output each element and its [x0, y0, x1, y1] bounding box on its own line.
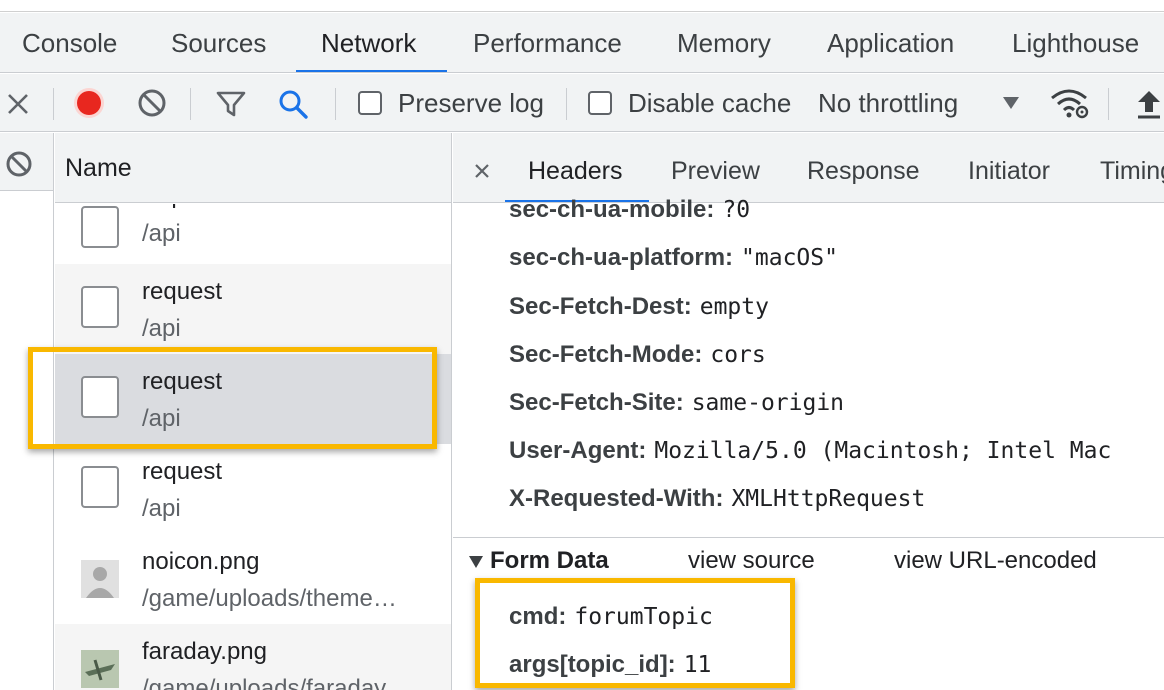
preserve-log-label[interactable]: Preserve log	[398, 74, 544, 131]
left-strip-header	[0, 133, 53, 191]
triangle-down-icon	[469, 555, 483, 568]
highlight-form-data	[475, 578, 795, 688]
request-path: /game/uploads/theme…	[142, 585, 397, 612]
header-row: User-Agent: Mozilla/5.0 (Macintosh; Intel…	[509, 437, 1111, 465]
request-path: /game/uploads/faraday…	[142, 675, 411, 690]
image-thumbnail-icon	[81, 560, 119, 598]
view-source-link[interactable]: view source	[688, 547, 815, 575]
preserve-log-checkbox[interactable]	[358, 91, 382, 115]
header-value: cors	[710, 342, 766, 368]
network-conditions-icon[interactable]	[1049, 86, 1091, 120]
tab-memory[interactable]: Memory	[677, 13, 771, 72]
tab-sources[interactable]: Sources	[171, 13, 266, 72]
header-key: sec-ch-ua-mobile:	[509, 196, 715, 223]
request-path: /api	[142, 315, 181, 342]
header-value: same-origin	[691, 390, 845, 416]
header-value: empty	[699, 294, 769, 320]
tab-lighthouse[interactable]: Lighthouse	[1012, 13, 1139, 72]
detail-tab-bar: Headers Preview Response Initiator Timin…	[453, 133, 1164, 203]
document-icon	[81, 286, 119, 328]
image-thumbnail-icon	[81, 650, 119, 688]
document-icon	[81, 466, 119, 508]
view-url-encoded-link[interactable]: view URL-encoded	[894, 547, 1097, 575]
tab-response[interactable]: Response	[807, 133, 920, 202]
request-name: request	[142, 204, 222, 210]
chevron-down-icon[interactable]	[1002, 96, 1020, 110]
network-toolbar: Preserve log Disable cache No throttling	[0, 74, 1164, 132]
header-value: "macOS"	[741, 245, 838, 271]
header-row: Sec-Fetch-Dest: empty	[509, 293, 769, 321]
header-key: Sec-Fetch-Site:	[509, 389, 684, 416]
record-button[interactable]	[73, 87, 105, 119]
import-har-icon[interactable]	[1135, 88, 1163, 120]
header-key: Sec-Fetch-Dest:	[509, 293, 692, 320]
close-icon[interactable]	[474, 163, 490, 179]
tab-performance[interactable]: Performance	[473, 13, 622, 72]
toolbar-separator	[190, 88, 191, 120]
header-row: Sec-Fetch-Site: same-origin	[509, 389, 844, 417]
tab-preview[interactable]: Preview	[671, 133, 760, 202]
header-key: User-Agent:	[509, 437, 647, 464]
disable-cache-checkbox[interactable]	[588, 91, 612, 115]
tab-headers[interactable]: Headers	[528, 133, 623, 202]
header-row: Sec-Fetch-Mode: cors	[509, 341, 766, 369]
section-divider	[453, 537, 1164, 538]
table-row[interactable]: request /api	[55, 264, 451, 354]
header-row: X-Requested-With: XMLHttpRequest	[509, 485, 925, 513]
active-tab-indicator	[296, 70, 447, 72]
request-name: request	[142, 458, 223, 485]
header-value: ?0	[722, 197, 751, 223]
header-value: Mozilla/5.0 (Macintosh; Intel Mac	[654, 438, 1112, 464]
form-data-title: Form Data	[490, 547, 609, 574]
request-name: request	[142, 278, 223, 305]
table-row[interactable]: request /api	[55, 444, 451, 534]
table-row[interactable]: noicon.png /game/uploads/theme…	[55, 534, 451, 624]
tab-application[interactable]: Application	[827, 13, 954, 72]
toolbar-separator	[53, 88, 54, 120]
header-key: X-Requested-With:	[509, 485, 724, 512]
header-row: sec-ch-ua-mobile: ?0	[509, 196, 750, 224]
toolbar-separator	[335, 88, 336, 120]
document-icon	[81, 206, 119, 248]
form-data-section-header[interactable]: Form Data	[468, 547, 609, 575]
request-path: /api	[142, 495, 181, 522]
header-key: sec-ch-ua-platform:	[509, 244, 734, 271]
header-row: sec-ch-ua-platform: "macOS"	[509, 244, 838, 272]
disable-cache-label[interactable]: Disable cache	[628, 74, 791, 131]
toolbar-separator	[1108, 88, 1109, 120]
search-icon[interactable]	[277, 88, 309, 120]
tab-network[interactable]: Network	[321, 13, 416, 72]
table-row[interactable]: faraday.png /game/uploads/faraday…	[55, 624, 451, 690]
request-path: /api	[142, 220, 181, 247]
window-top-strip	[0, 0, 1164, 12]
highlight-selected-request	[28, 347, 437, 449]
header-key: Sec-Fetch-Mode:	[509, 341, 703, 368]
tab-initiator[interactable]: Initiator	[968, 133, 1050, 202]
tab-timing[interactable]: Timing	[1100, 133, 1164, 202]
header-value: XMLHttpRequest	[731, 486, 926, 512]
devtools-tab-bar: Console Sources Network Performance Memo…	[0, 13, 1164, 73]
block-icon[interactable]	[5, 150, 33, 178]
toolbar-separator	[566, 88, 567, 120]
clear-icon[interactable]	[137, 88, 167, 118]
close-icon[interactable]	[6, 92, 30, 116]
tab-console[interactable]: Console	[22, 13, 117, 72]
throttling-select[interactable]: No throttling	[818, 74, 958, 131]
filter-icon[interactable]	[215, 90, 247, 118]
request-name: noicon.png	[142, 548, 260, 575]
request-name: faraday.png	[142, 638, 267, 665]
name-column-header[interactable]: Name	[55, 133, 451, 203]
